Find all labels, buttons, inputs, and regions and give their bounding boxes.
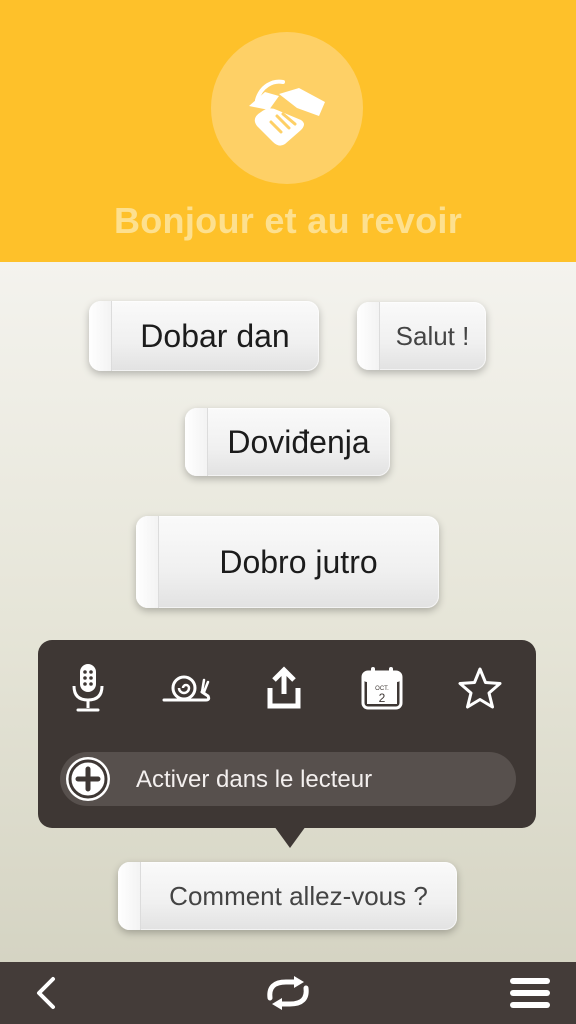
phrase-label: Dobar dan — [140, 317, 290, 354]
snail-icon — [162, 675, 211, 702]
repeat-button[interactable] — [258, 962, 318, 1024]
activate-in-player-button[interactable]: Activer dans le lecteur — [60, 752, 516, 806]
share-icon — [267, 666, 301, 709]
logo-circle — [211, 32, 363, 184]
phrase-label: Salut ! — [395, 320, 470, 351]
calendar-icon: OCT. 2 — [361, 667, 403, 710]
menu-icon — [510, 978, 550, 1008]
repeat-icon — [267, 976, 309, 1010]
phrase-button-comment-allez-vous[interactable]: Comment allez-vous ? — [118, 862, 457, 930]
favorite-button[interactable] — [454, 662, 506, 714]
popup-pointer — [274, 826, 306, 848]
menu-button[interactable] — [500, 962, 560, 1024]
microphone-icon — [72, 664, 104, 712]
back-button[interactable] — [20, 962, 72, 1024]
phrase-label: Doviđenja — [227, 423, 370, 460]
phrase-button-dovidjenja[interactable]: Doviđenja — [185, 408, 390, 476]
star-icon — [458, 667, 502, 709]
activate-label: Activer dans le lecteur — [136, 766, 373, 793]
phrase-label: Comment allez-vous ? — [169, 880, 428, 911]
page-title: Bonjour et au revoir — [113, 200, 463, 241]
phrase-button-salut[interactable]: Salut ! — [357, 302, 486, 370]
share-button[interactable] — [258, 662, 310, 714]
phrase-label: Dobro jutro — [219, 543, 378, 580]
chevron-left-icon — [37, 977, 55, 1009]
phrase-button-dobar-dan[interactable]: Dobar dan — [89, 301, 319, 371]
record-button[interactable] — [62, 662, 114, 714]
calendar-button[interactable]: OCT. 2 — [356, 662, 408, 714]
svg-text:2: 2 — [379, 691, 386, 705]
phrase-button-dobro-jutro[interactable]: Dobro jutro — [136, 516, 439, 608]
plus-circle-icon — [66, 757, 110, 801]
slow-playback-button[interactable] — [160, 662, 212, 714]
handshake-icon — [249, 79, 325, 146]
